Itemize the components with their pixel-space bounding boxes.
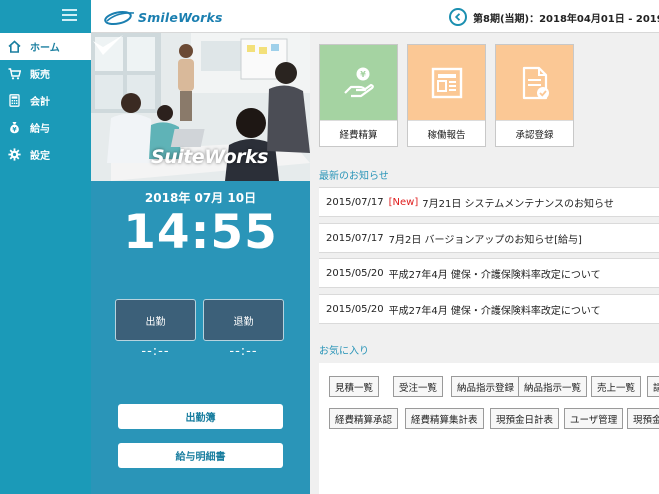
sidebar-item-label: 会計 xyxy=(30,97,50,108)
news-heading: 最新のお知らせ xyxy=(319,171,389,182)
favorite-link[interactable]: ユーザ管理 xyxy=(564,408,624,429)
svg-text:¥: ¥ xyxy=(360,70,366,79)
news-title: 7月2日 バージョンアップのお知らせ[給与] xyxy=(388,234,582,246)
hamburger-menu-icon[interactable] xyxy=(62,9,77,22)
logo-swoosh-icon xyxy=(104,10,135,26)
chevron-left-icon xyxy=(454,13,461,21)
payslip-button[interactable]: 給与明細書 xyxy=(118,443,283,468)
sidebar-item-sales[interactable]: 販売 xyxy=(0,60,91,87)
sidebar-item-label: 給与 xyxy=(30,124,50,135)
clock-in-time: --:-- xyxy=(141,344,170,359)
favorite-link[interactable]: 売上一覧 xyxy=(591,376,642,397)
news-date: 2015/07/17 xyxy=(326,232,384,244)
favorite-link[interactable]: 経費精算集計表 xyxy=(405,408,484,429)
suiteworks-logo-mark-icon xyxy=(93,35,123,55)
news-item[interactable]: 2015/07/17 7月2日 バージョンアップのお知らせ[給与] xyxy=(319,223,659,253)
favorites-panel: 見積一覧 受注一覧 納品指示登録 納品指示一覧 売上一覧 請 経費精算承認 経費… xyxy=(319,363,659,494)
tile-icon-area xyxy=(408,45,485,120)
sidebar-item-label: 設定 xyxy=(30,151,50,162)
home-icon xyxy=(8,40,21,53)
tile-icon-area: ¥ xyxy=(320,45,397,120)
approval-document-icon xyxy=(522,66,549,99)
tile-label: 承認登録 xyxy=(496,120,573,147)
news-title: 平成27年4月 健保・介護保険料率改定について xyxy=(388,269,601,281)
expense-hand-coin-icon: ¥ xyxy=(343,67,374,97)
favorite-link[interactable]: 現預金日計表 xyxy=(490,408,560,429)
sidebar: ホーム 販売 会計 ¥ 給与 設定 xyxy=(0,33,91,494)
cart-icon xyxy=(8,67,21,80)
news-item[interactable]: 2015/05/20 平成27年4月 健保・介護保険料率改定について xyxy=(319,258,659,288)
tile-label: 稼働報告 xyxy=(408,120,485,147)
favorite-link[interactable]: 請 xyxy=(647,376,659,397)
clock-in-button[interactable]: 出勤 xyxy=(115,299,196,341)
dashboard-main: ¥ 経費精算 稼働報告 承認登録 最新のお知らせ 2015/07/17 [New… xyxy=(310,33,659,494)
news-title: 平成27年4月 健保・介護保険料率改定について xyxy=(388,305,601,317)
sidebar-item-payroll[interactable]: ¥ 給与 xyxy=(0,114,91,141)
timeclock-panel: SuiteWorks 2018年 07月 10日 14:55 出勤 退勤 --:… xyxy=(91,33,310,494)
favorite-link[interactable]: 納品指示一覧 xyxy=(518,376,588,397)
tile-icon-area xyxy=(496,45,573,120)
money-bag-icon: ¥ xyxy=(8,121,21,134)
clock-out-button[interactable]: 退勤 xyxy=(203,299,284,341)
sidebar-item-accounting[interactable]: 会計 xyxy=(0,87,91,114)
favorite-link[interactable]: 受注一覧 xyxy=(393,376,444,397)
sidebar-item-settings[interactable]: 設定 xyxy=(0,141,91,168)
calculator-icon xyxy=(8,94,21,107)
tile-label: 経費精算 xyxy=(320,120,397,147)
news-date: 2015/05/20 xyxy=(326,267,384,279)
sidebar-item-home[interactable]: ホーム xyxy=(0,33,91,60)
clock-out-time: --:-- xyxy=(229,344,258,359)
topbar-menu-area xyxy=(0,0,91,33)
news-item[interactable]: 2015/07/17 [New] 7月21日 システムメンテナンスのお知らせ xyxy=(319,187,659,217)
top-bar: SmileWorks 第8期(当期)：2018年04月01日 - 2019年 xyxy=(0,0,659,33)
favorite-link[interactable]: 見積一覧 xyxy=(329,376,380,397)
gear-icon xyxy=(8,148,21,161)
current-date: 2018年 07月 10日 xyxy=(144,191,257,205)
fiscal-period: 第8期(当期)：2018年04月01日 - 2019年 xyxy=(449,7,659,27)
favorite-link[interactable]: 現預金 xyxy=(627,408,659,429)
news-title: 7月21日 システムメンテナンスのお知らせ xyxy=(422,198,614,210)
period-label: 第8期(当期)：2018年04月01日 - 2019年 xyxy=(473,13,659,25)
photo-brand-text: SuiteWorks xyxy=(151,146,268,168)
favorites-heading: お気に入り xyxy=(319,346,369,357)
app-logo[interactable]: SmileWorks xyxy=(103,7,223,27)
new-badge: [New] xyxy=(388,196,419,208)
app-name: SmileWorks xyxy=(138,9,223,25)
news-date: 2015/05/20 xyxy=(326,303,384,315)
sidebar-item-label: 販売 xyxy=(30,70,50,81)
tile-approval[interactable]: 承認登録 xyxy=(495,44,574,147)
current-time: 14:55 xyxy=(123,205,278,260)
sidebar-item-label: ホーム xyxy=(30,43,60,54)
tile-expense[interactable]: ¥ 経費精算 xyxy=(319,44,398,147)
attendance-book-button[interactable]: 出勤簿 xyxy=(118,404,283,429)
news-date: 2015/07/17 xyxy=(326,196,384,208)
favorite-link[interactable]: 経費精算承認 xyxy=(329,408,399,429)
news-item[interactable]: 2015/05/20 平成27年4月 健保・介護保険料率改定について xyxy=(319,294,659,324)
tile-work-report[interactable]: 稼働報告 xyxy=(407,44,486,147)
previous-period-button[interactable] xyxy=(449,8,467,26)
report-form-icon xyxy=(431,67,462,98)
office-photo: SuiteWorks xyxy=(91,33,310,181)
favorite-link[interactable]: 納品指示登録 xyxy=(451,376,521,397)
